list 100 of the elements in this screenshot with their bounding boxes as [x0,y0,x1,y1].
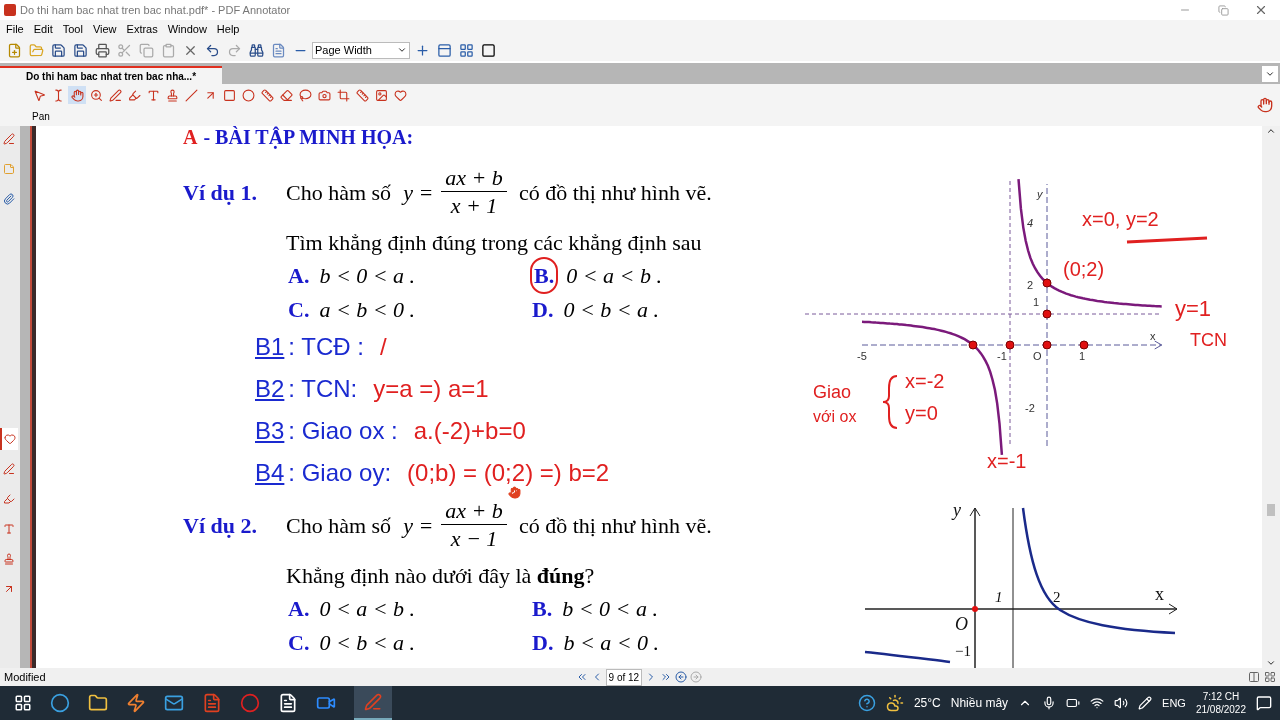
axis-label: x [1150,330,1156,342]
section-heading: - BÀI TẬP MINH HỌA: [203,126,414,148]
formula-lhs: y = [403,178,434,207]
point-marker [968,340,978,350]
question-text: Cho hàm số [286,178,392,207]
weather-text: Nhiều mây [950,695,1009,712]
option-text: b < 0 < a . [562,594,658,623]
caret-icon [1265,69,1275,79]
menu-item[interactable]: File [6,21,24,38]
point-marker [1005,340,1015,350]
scrollbar-thumb[interactable] [1267,504,1275,516]
window-title: Do thi ham bac nhat tren bac nhat.pdf* - PDF Annotator [20,2,291,18]
handwritten-note: Giao [813,382,852,402]
axis-label: 1 [1079,350,1086,362]
tool-name-label: Pan [32,109,50,124]
menu-item[interactable]: Window [167,21,207,38]
point-marker [1042,309,1052,319]
handwritten-note: y=0 [905,402,938,424]
handwritten-note: x=-1 [987,450,1027,472]
measure-tool-icon[interactable] [258,86,276,104]
handwritten-note: x=0, y=2 [1082,208,1159,230]
back-icon[interactable] [675,671,688,683]
option-text: a < b < 0 . [319,295,416,324]
mail-icon[interactable] [164,693,184,713]
pen-icon[interactable] [1138,696,1153,710]
menu-item[interactable]: View [92,21,117,38]
pen-tool-icon[interactable] [106,86,124,104]
language-indicator[interactable]: ENG [1162,694,1186,712]
formula-numerator: ax + b [441,164,507,192]
axis-label: y [953,502,961,520]
axis-label: 1 [995,589,1003,605]
question-text: có đồ thị như hình vẽ. [518,511,712,540]
brace-mark [882,375,898,429]
axis-label: x [1155,584,1164,604]
ruler-tool-icon[interactable] [353,86,371,104]
section-heading-letter: A [183,126,198,148]
pan-tool-icon[interactable] [68,86,86,104]
handwritten-note: y=1 [1175,296,1212,321]
step-label: B3 [255,416,285,446]
formula-numerator: ax + b [441,497,507,525]
dropdown-caret-icon [397,45,407,55]
app-icon[interactable] [126,693,146,713]
option-text: b < 0 < a . [319,261,416,290]
handwritten-note: với ox [813,408,857,425]
volume-icon[interactable] [1114,696,1129,710]
axis-label: −1 [955,643,971,659]
axis-label: 2 [1053,589,1061,605]
step-label: B1 [255,332,285,362]
favorite-tab-icon[interactable] [0,428,18,450]
point-marker [1079,340,1089,350]
handwritten-work: / [379,332,387,362]
temperature-text: 25°C [913,695,941,712]
axis-label: y [1037,188,1043,200]
question-prompt: Khẳng định nào dưới đây là đúng? [286,563,595,588]
scroll-down-icon[interactable] [1266,658,1276,668]
handwritten-note: (0;2) [1063,258,1105,280]
menu-item[interactable]: Extras [126,21,158,38]
option-text: 0 < a < b . [319,594,416,623]
handwritten-work: a.(-2)+b=0 [413,416,526,446]
help-icon[interactable] [857,694,876,712]
axis-label: O [1033,350,1042,362]
example-label: Ví dụ 2. [183,511,258,540]
folder-icon[interactable] [88,693,108,713]
option-letter: C. [287,628,311,657]
file-icon[interactable] [278,693,298,713]
wifi-icon[interactable] [1090,696,1105,710]
axis-label: -2 [1025,402,1035,414]
axis-label: 4 [1027,217,1034,229]
question-text: có đồ thị như hình vẽ. [518,178,712,207]
start-icon[interactable] [14,694,32,712]
pointer-hand-icon [508,486,521,499]
axis-label: 1 [1033,296,1040,308]
step-label: B2 [255,374,285,404]
question-prompt: Tìm khẳng định đúng trong các khẳng định sau [286,230,702,255]
clock-time: 7:12 CH [1202,690,1240,703]
step-label: B4 [255,458,285,488]
document-tab[interactable]: Do thi ham bac nhat tren bac nha...* [0,66,223,84]
menu-item[interactable]: Tool [62,21,83,38]
handwritten-note: TCN [1190,330,1227,350]
app-logo-icon [4,4,16,16]
page-number-field[interactable]: 9 of 12 [605,668,643,686]
menu-item[interactable]: Edit [33,21,53,38]
menu-item[interactable]: Help [216,21,240,38]
step-title: : Giao ox : [288,416,398,446]
microphone-icon[interactable] [1042,696,1057,710]
zoom-mode-select[interactable]: Page Width [312,41,410,59]
scroll-up-icon[interactable] [1266,126,1276,136]
battery-icon[interactable] [1066,696,1081,710]
layout-icon[interactable] [1248,671,1260,683]
option-text: 0 < a < b . [566,261,662,290]
formula-denominator: x + 1 [450,192,498,220]
ellipse-tool-icon[interactable] [239,86,257,104]
grid-layout-icon[interactable] [1264,671,1276,683]
option-letter: D. [531,628,555,657]
notifications-icon[interactable] [1256,695,1272,711]
point-marker [1042,278,1052,288]
restore-icon [1217,4,1229,16]
office-icon[interactable] [202,693,222,713]
lasso-tool-icon[interactable] [296,86,314,104]
weather-icon[interactable] [885,694,904,712]
